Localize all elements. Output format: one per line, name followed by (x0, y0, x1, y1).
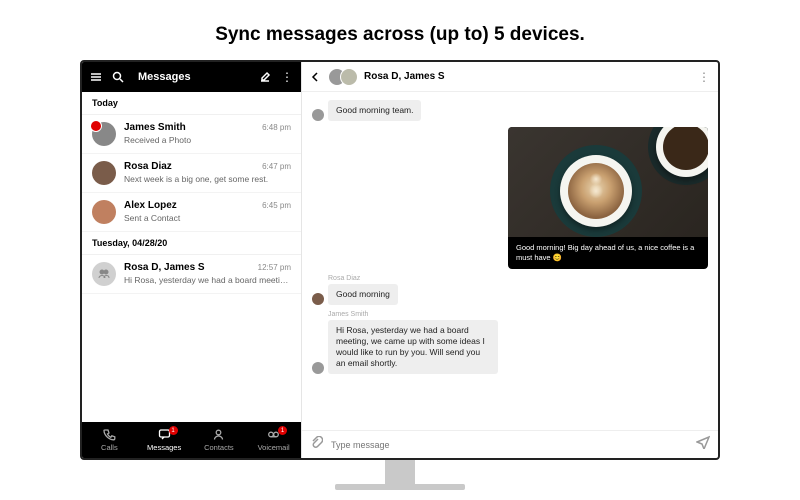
monitor-frame: Messages ⋮ Today James Smith 6:48 pm Rece… (80, 60, 720, 460)
compose-icon[interactable] (259, 71, 271, 83)
section-header-date: Tuesday, 04/28/20 (82, 232, 301, 255)
badge: 1 (278, 426, 287, 435)
chat-title: Rosa D, James S (364, 71, 445, 82)
monitor-base (335, 484, 465, 490)
conversation-time: 12:57 pm (258, 263, 291, 272)
conversation-preview: Received a Photo (124, 135, 291, 145)
send-icon[interactable] (696, 435, 710, 454)
conversation-item[interactable]: James Smith 6:48 pm Received a Photo (82, 115, 301, 154)
badge: 1 (169, 426, 178, 435)
chat-header: Rosa D, James S ⋮ (302, 62, 718, 92)
photo-message[interactable]: Good morning! Big day ahead of us, a nic… (508, 127, 708, 269)
photo-caption: Good morning! Big day ahead of us, a nic… (508, 237, 708, 269)
conversation-name: Rosa Diaz (124, 161, 172, 172)
tab-voicemail[interactable]: 1 Voicemail (246, 422, 301, 458)
tab-calls[interactable]: Calls (82, 422, 137, 458)
msg-avatar (312, 109, 324, 121)
coffee-photo (508, 127, 708, 237)
sender-label: James Smith (328, 311, 708, 318)
tab-label: Contacts (204, 443, 234, 452)
sidebar-header: Messages ⋮ (82, 62, 301, 92)
conversation-name: James Smith (124, 122, 186, 133)
conversation-preview: Hi Rosa, yesterday we had a board meetin… (124, 275, 291, 285)
msg-avatar (312, 293, 324, 305)
conversation-preview: Next week is a big one, get some rest. (124, 174, 291, 184)
tab-messages[interactable]: 1 Messages (137, 422, 192, 458)
section-header-today: Today (82, 92, 301, 115)
participant-avatars (328, 68, 358, 86)
message-bubble: Good morning (328, 284, 398, 305)
avatar (92, 200, 116, 224)
bottom-tabs: Calls 1 Messages Contacts 1 Voicemail (82, 422, 301, 458)
sender-label: Rosa Diaz (328, 275, 708, 282)
message-bubble: Good morning team. (328, 100, 421, 121)
conversation-time: 6:48 pm (262, 123, 291, 132)
conversation-name: Alex Lopez (124, 200, 177, 211)
chat-more-icon[interactable]: ⋮ (698, 70, 710, 84)
more-icon[interactable]: ⋮ (281, 70, 293, 84)
back-icon[interactable] (310, 71, 322, 83)
message-bubble: Hi Rosa, yesterday we had a board meetin… (328, 320, 498, 374)
sidebar: Messages ⋮ Today James Smith 6:48 pm Rece… (82, 62, 302, 458)
attach-icon[interactable] (310, 436, 323, 454)
group-avatar (92, 262, 116, 286)
conversation-item[interactable]: Rosa Diaz 6:47 pm Next week is a big one,… (82, 154, 301, 193)
menu-icon[interactable] (90, 71, 102, 83)
avatar (92, 161, 116, 185)
hero-headline: Sync messages across (up to) 5 devices. (0, 0, 800, 60)
tab-label: Calls (101, 443, 118, 452)
message-input[interactable] (331, 440, 688, 450)
chat-body: Good morning team. Good morning! Big day… (302, 92, 718, 430)
conversation-name: Rosa D, James S (124, 262, 205, 273)
avatar (92, 122, 116, 146)
conversation-preview: Sent a Contact (124, 213, 291, 223)
message-composer (302, 430, 718, 458)
search-icon[interactable] (112, 71, 124, 83)
sidebar-title: Messages (138, 71, 191, 83)
conversation-item[interactable]: Alex Lopez 6:45 pm Sent a Contact (82, 193, 301, 232)
monitor-stand (385, 460, 415, 484)
app-screen: Messages ⋮ Today James Smith 6:48 pm Rece… (82, 62, 718, 458)
tab-label: Voicemail (258, 443, 290, 452)
chat-panel: Rosa D, James S ⋮ Good morning team. Goo… (302, 62, 718, 458)
conversation-item[interactable]: Rosa D, James S 12:57 pm Hi Rosa, yesterd… (82, 255, 301, 294)
tab-label: Messages (147, 443, 181, 452)
conversation-time: 6:45 pm (262, 201, 291, 210)
conversation-time: 6:47 pm (262, 162, 291, 171)
tab-contacts[interactable]: Contacts (192, 422, 247, 458)
msg-avatar (312, 362, 324, 374)
